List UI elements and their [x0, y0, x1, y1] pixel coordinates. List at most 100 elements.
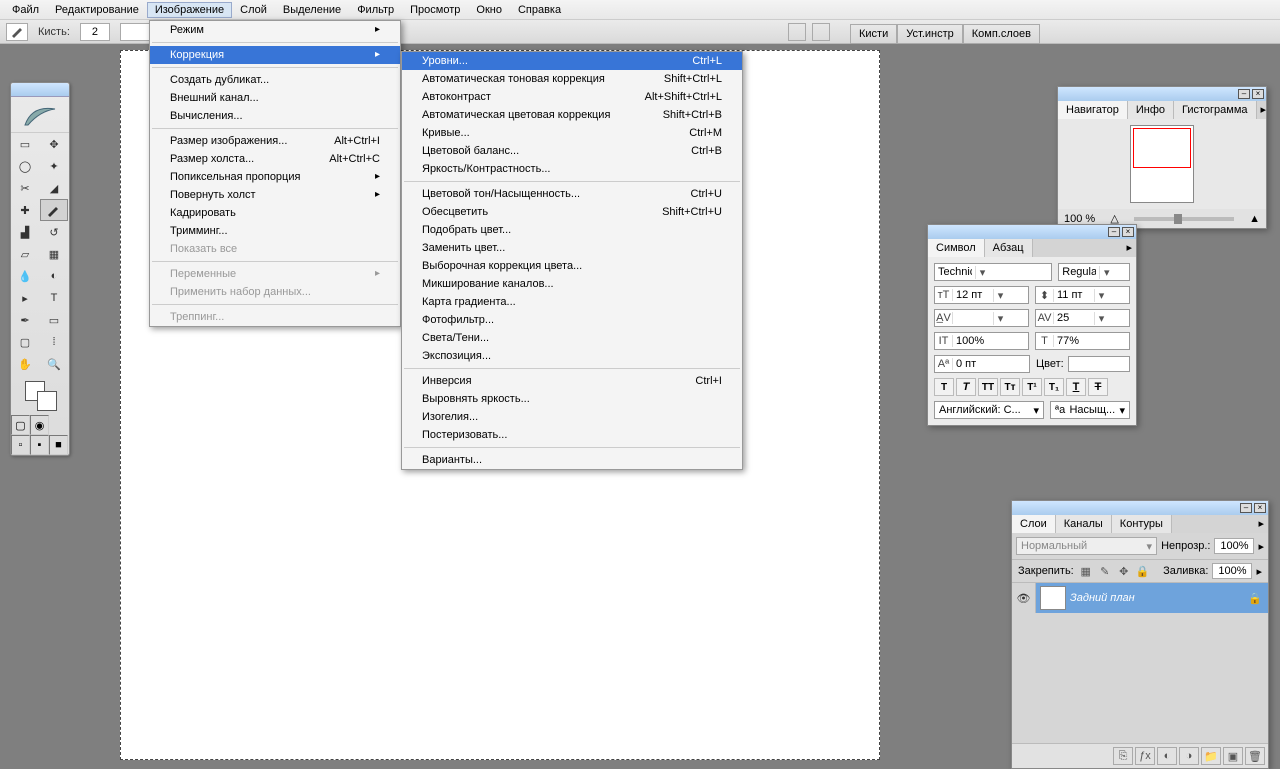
layer-thumbnail[interactable] — [1040, 586, 1066, 610]
layer-row-background[interactable]: 👁 Задний план 🔒 — [1012, 583, 1268, 613]
close-icon[interactable]: × — [1252, 89, 1264, 99]
shape-tool[interactable]: ▭ — [40, 309, 68, 331]
menu-equalize[interactable]: Выровнять яркость... — [402, 390, 742, 408]
menu-canvas-size[interactable]: Размер холста...Alt+Ctrl+C — [150, 150, 400, 168]
menu-help[interactable]: Справка — [510, 2, 569, 18]
menu-crop[interactable]: Кадрировать — [150, 204, 400, 222]
zoom-tool[interactable]: 🔍 — [40, 353, 68, 375]
menu-image[interactable]: Изображение — [147, 2, 232, 18]
lock-pixels-icon[interactable]: ✎ — [1097, 563, 1113, 579]
menu-auto-contrast[interactable]: АвтоконтрастAlt+Shift+Ctrl+L — [402, 88, 742, 106]
tools-header[interactable] — [11, 83, 69, 97]
menu-levels[interactable]: Уровни...Ctrl+L — [402, 52, 742, 70]
crop-tool[interactable]: ✂ — [11, 177, 39, 199]
screen-full-menu[interactable]: ▪ — [30, 435, 49, 455]
menu-gradient-map[interactable]: Карта градиента... — [402, 293, 742, 311]
menu-rotate-canvas[interactable]: Повернуть холст — [150, 186, 400, 204]
zoom-slider[interactable] — [1134, 217, 1234, 221]
tab-brushes[interactable]: Кисти — [850, 24, 897, 44]
hand-tool[interactable]: ✋ — [11, 353, 39, 375]
screen-full[interactable]: ■ — [49, 435, 68, 455]
opacity-input[interactable] — [1214, 538, 1254, 554]
menu-channel-mixer[interactable]: Микширование каналов... — [402, 275, 742, 293]
menu-image-size[interactable]: Размер изображения...Alt+Ctrl+I — [150, 132, 400, 150]
layer-lock-icon[interactable]: 🔒 — [1248, 592, 1268, 605]
character-header[interactable]: –× — [928, 225, 1136, 239]
tab-info[interactable]: Инфо — [1128, 101, 1174, 119]
menu-mode[interactable]: Режим — [150, 21, 400, 39]
vscale-input[interactable]: IT — [934, 332, 1029, 350]
tab-tool-presets[interactable]: Уст.инстр — [897, 24, 963, 44]
zoom-value[interactable]: 100 % — [1064, 213, 1095, 225]
screen-std[interactable]: ▫ — [11, 435, 30, 455]
wand-tool[interactable]: ✦ — [40, 155, 68, 177]
brush-size-field[interactable]: 2 — [80, 23, 110, 41]
kerning-input[interactable]: A̲V▾ — [934, 309, 1029, 327]
history-brush-tool[interactable]: ↺ — [40, 221, 68, 243]
slice-tool[interactable]: ◢ — [40, 177, 68, 199]
menu-calculations[interactable]: Вычисления... — [150, 107, 400, 125]
quickmask-std[interactable]: ▢ — [11, 415, 30, 435]
language-select[interactable]: Английский: С...▾ — [934, 401, 1044, 419]
fill-stepper[interactable]: ▸ — [1256, 565, 1262, 578]
navigator-thumb[interactable] — [1130, 125, 1194, 203]
leading-input[interactable]: ⬍▾ — [1035, 286, 1130, 304]
hscale-input[interactable]: T — [1035, 332, 1130, 350]
font-family-select[interactable]: ▾ — [934, 263, 1052, 281]
tab-paragraph[interactable]: Абзац — [985, 239, 1033, 257]
smallcaps-toggle[interactable]: Tᴛ — [1000, 378, 1020, 396]
menu-hue-saturation[interactable]: Цветовой тон/Насыщенность...Ctrl+U — [402, 185, 742, 203]
menu-edit[interactable]: Редактирование — [47, 2, 147, 18]
menu-window[interactable]: Окно — [468, 2, 510, 18]
menu-auto-color[interactable]: Автоматическая цветовая коррекцияShift+C… — [402, 106, 742, 124]
doc-icon1[interactable] — [788, 23, 806, 41]
doc-icon2[interactable] — [812, 23, 830, 41]
pen-tool[interactable]: ✒ — [11, 309, 39, 331]
eraser-tool[interactable]: ▱ — [11, 243, 39, 265]
tab-channels[interactable]: Каналы — [1056, 515, 1112, 533]
heal-tool[interactable]: ✚ — [11, 199, 39, 221]
color-swatches[interactable] — [11, 375, 69, 415]
layers-header[interactable]: –× — [1012, 501, 1268, 515]
stamp-tool[interactable]: ▟ — [11, 221, 39, 243]
menu-file[interactable]: Файл — [4, 2, 47, 18]
menu-layer[interactable]: Слой — [232, 2, 275, 18]
layers-empty-area[interactable] — [1012, 613, 1268, 743]
minimize-icon[interactable]: – — [1240, 503, 1252, 513]
menu-brightness-contrast[interactable]: Яркость/Контрастность... — [402, 160, 742, 178]
move-tool[interactable]: ✥ — [40, 133, 68, 155]
navigator-header[interactable]: –× — [1058, 87, 1266, 101]
marquee-tool[interactable]: ▭ — [11, 133, 39, 155]
baseline-input[interactable]: Aª — [934, 355, 1030, 373]
close-icon[interactable]: × — [1122, 227, 1134, 237]
menu-posterize[interactable]: Постеризовать... — [402, 426, 742, 444]
text-color-swatch[interactable] — [1068, 356, 1130, 372]
subscript-toggle[interactable]: T₁ — [1044, 378, 1064, 396]
adjustment-layer-icon[interactable]: ◑ — [1179, 747, 1199, 765]
dodge-tool[interactable]: ◐ — [40, 265, 68, 287]
menu-variations[interactable]: Варианты... — [402, 451, 742, 469]
tab-layers[interactable]: Слои — [1012, 515, 1056, 533]
layer-name[interactable]: Задний план — [1070, 592, 1248, 604]
visibility-icon[interactable]: 👁 — [1012, 583, 1036, 613]
menu-shadow-highlight[interactable]: Света/Тени... — [402, 329, 742, 347]
strike-toggle[interactable]: T — [1088, 378, 1108, 396]
opacity-stepper[interactable]: ▸ — [1258, 540, 1264, 553]
menu-pixel-ratio[interactable]: Попиксельная пропорция — [150, 168, 400, 186]
lock-position-icon[interactable]: ✥ — [1116, 563, 1132, 579]
type-tool[interactable]: T — [40, 287, 68, 309]
lock-transparency-icon[interactable]: ▦ — [1078, 563, 1094, 579]
link-layers-icon[interactable]: ⎘ — [1113, 747, 1133, 765]
menu-apply-image[interactable]: Внешний канал... — [150, 89, 400, 107]
minimize-icon[interactable]: – — [1108, 227, 1120, 237]
menu-exposure[interactable]: Экспозиция... — [402, 347, 742, 365]
menu-desaturate[interactable]: ОбесцветитьShift+Ctrl+U — [402, 203, 742, 221]
close-icon[interactable]: × — [1254, 503, 1266, 513]
blend-mode-select[interactable]: Нормальный▾ — [1016, 537, 1157, 555]
background-color[interactable] — [37, 391, 57, 411]
menu-invert[interactable]: ИнверсияCtrl+I — [402, 372, 742, 390]
tab-navigator[interactable]: Навигатор — [1058, 101, 1128, 119]
font-size-input[interactable]: тT▾ — [934, 286, 1029, 304]
lasso-tool[interactable]: ◯ — [11, 155, 39, 177]
menu-match-color[interactable]: Подобрать цвет... — [402, 221, 742, 239]
